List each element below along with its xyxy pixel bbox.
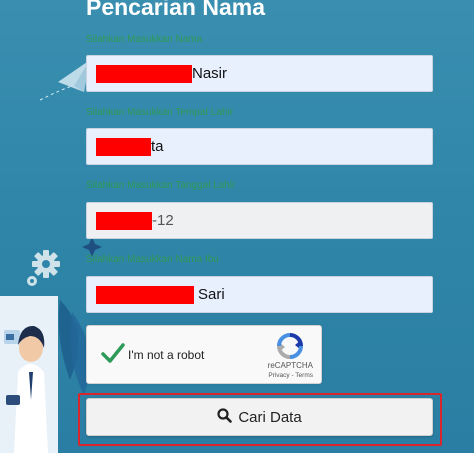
birthdate-field-label: Silahkan Masukkan Tanggal Lahir [86, 180, 236, 191]
recaptcha-widget: I'm not a robot reCAPTCHA Privacy - Term… [86, 325, 322, 384]
redacted-text [96, 285, 194, 304]
gear-icon [27, 250, 60, 286]
mother-name-field[interactable]: Sari [86, 276, 433, 313]
birthplace-field-label: Silahkan Masukkan Tempat Lahir [86, 107, 234, 118]
birthplace-field[interactable]: ta [86, 128, 433, 165]
mother-name-field-label: Silahkan Masukkan Nama Ibu [86, 254, 219, 265]
person-illustration [0, 296, 58, 453]
birthdate-field-value: -12 [152, 212, 174, 229]
check-icon[interactable] [100, 341, 126, 370]
search-data-button[interactable]: Cari Data [86, 398, 433, 436]
mother-name-field-value: Sari [198, 286, 225, 303]
recaptcha-privacy-terms-link[interactable]: Privacy - Terms [268, 372, 313, 379]
redacted-text [96, 137, 151, 156]
name-field-label: Silahkan Masukkan Nama [86, 34, 203, 45]
page-title: Pencarian Nama [86, 0, 265, 20]
name-field[interactable]: Nasir [86, 55, 433, 92]
birthplace-field-value: ta [151, 138, 164, 155]
search-icon [217, 407, 233, 427]
redacted-text [96, 211, 152, 230]
recaptcha-brand: reCAPTCHA [267, 361, 313, 370]
captcha-label: I'm not a robot [128, 348, 205, 362]
search-data-button-label: Cari Data [238, 408, 302, 426]
name-field-value: Nasir [192, 65, 228, 82]
birthdate-field[interactable]: -12 [86, 202, 433, 239]
redacted-text [96, 64, 192, 83]
paper-plane-icon [39, 60, 90, 101]
